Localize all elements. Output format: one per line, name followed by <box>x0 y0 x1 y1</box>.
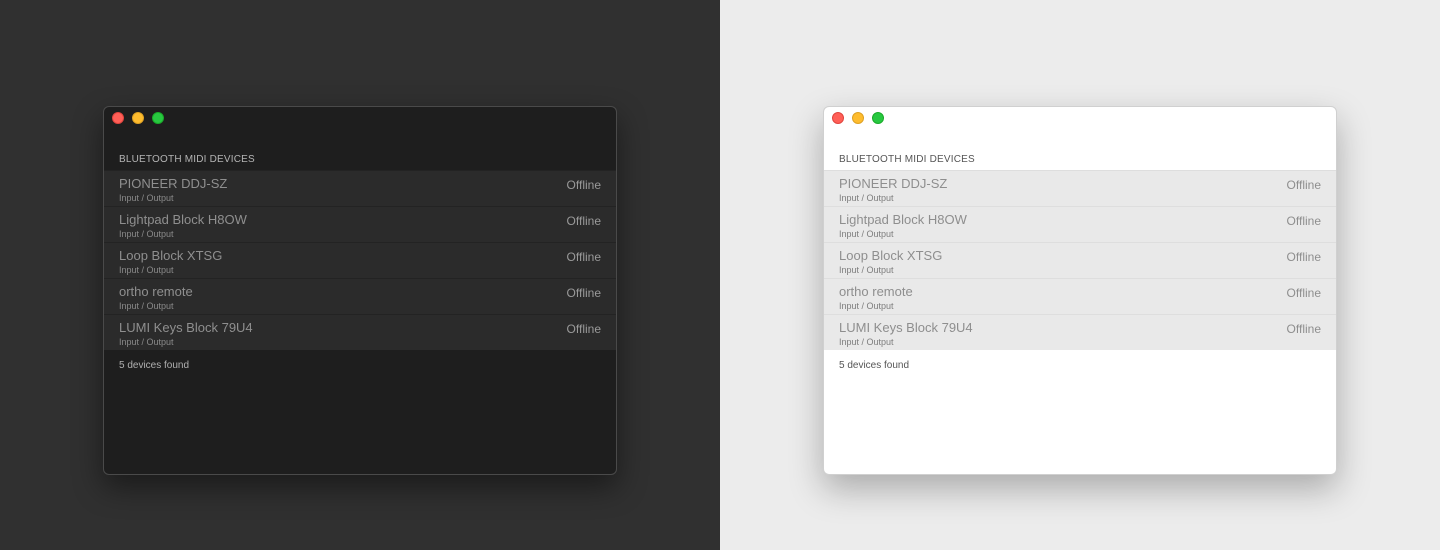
section-header: BLUETOOTH MIDI DEVICES <box>119 154 255 165</box>
device-status: Offline <box>566 250 601 264</box>
device-type: Input / Output <box>119 337 174 347</box>
light-mode-pane: BLUETOOTH MIDI DEVICES PIONEER DDJ-SZ In… <box>720 0 1440 550</box>
device-type: Input / Output <box>839 193 894 203</box>
device-name: LUMI Keys Block 79U4 <box>119 320 253 335</box>
device-row[interactable]: Loop Block XTSG Input / Output Offline <box>824 242 1336 278</box>
device-row[interactable]: LUMI Keys Block 79U4 Input / Output Offl… <box>104 314 616 350</box>
device-count: 5 devices found <box>839 360 910 371</box>
device-type: Input / Output <box>119 301 174 311</box>
device-name: ortho remote <box>839 284 913 299</box>
device-row[interactable]: Lightpad Block H8OW Input / Output Offli… <box>104 206 616 242</box>
maximize-button[interactable] <box>152 112 164 124</box>
device-status: Offline <box>566 286 601 300</box>
device-count: 5 devices found <box>119 360 190 371</box>
midi-devices-window-light: BLUETOOTH MIDI DEVICES PIONEER DDJ-SZ In… <box>823 106 1337 475</box>
device-status: Offline <box>1286 178 1321 192</box>
device-type: Input / Output <box>839 229 894 239</box>
window-controls <box>832 112 884 124</box>
device-type: Input / Output <box>839 337 894 347</box>
maximize-button[interactable] <box>872 112 884 124</box>
device-status: Offline <box>566 214 601 228</box>
device-row[interactable]: ortho remote Input / Output Offline <box>104 278 616 314</box>
device-name: Lightpad Block H8OW <box>119 212 247 227</box>
device-status: Offline <box>1286 250 1321 264</box>
device-type: Input / Output <box>119 229 174 239</box>
close-button[interactable] <box>112 112 124 124</box>
dark-mode-pane: BLUETOOTH MIDI DEVICES PIONEER DDJ-SZ In… <box>0 0 720 550</box>
device-name: PIONEER DDJ-SZ <box>119 176 228 191</box>
device-name: ortho remote <box>119 284 193 299</box>
device-type: Input / Output <box>119 265 174 275</box>
window-controls <box>112 112 164 124</box>
device-list: PIONEER DDJ-SZ Input / Output Offline Li… <box>824 170 1336 350</box>
minimize-button[interactable] <box>852 112 864 124</box>
device-name: Lightpad Block H8OW <box>839 212 967 227</box>
device-type: Input / Output <box>839 301 894 311</box>
device-status: Offline <box>1286 214 1321 228</box>
close-button[interactable] <box>832 112 844 124</box>
device-row[interactable]: Loop Block XTSG Input / Output Offline <box>104 242 616 278</box>
midi-devices-window-dark: BLUETOOTH MIDI DEVICES PIONEER DDJ-SZ In… <box>103 106 617 475</box>
device-row[interactable]: LUMI Keys Block 79U4 Input / Output Offl… <box>824 314 1336 350</box>
device-status: Offline <box>1286 286 1321 300</box>
device-status: Offline <box>566 322 601 336</box>
device-row[interactable]: ortho remote Input / Output Offline <box>824 278 1336 314</box>
minimize-button[interactable] <box>132 112 144 124</box>
device-status: Offline <box>1286 322 1321 336</box>
device-name: Loop Block XTSG <box>119 248 223 263</box>
device-row[interactable]: PIONEER DDJ-SZ Input / Output Offline <box>824 170 1336 206</box>
device-status: Offline <box>566 178 601 192</box>
device-row[interactable]: Lightpad Block H8OW Input / Output Offli… <box>824 206 1336 242</box>
device-type: Input / Output <box>119 193 174 203</box>
device-name: LUMI Keys Block 79U4 <box>839 320 973 335</box>
device-row[interactable]: PIONEER DDJ-SZ Input / Output Offline <box>104 170 616 206</box>
device-list: PIONEER DDJ-SZ Input / Output Offline Li… <box>104 170 616 350</box>
device-type: Input / Output <box>839 265 894 275</box>
device-name: Loop Block XTSG <box>839 248 943 263</box>
device-name: PIONEER DDJ-SZ <box>839 176 948 191</box>
section-header: BLUETOOTH MIDI DEVICES <box>839 154 975 165</box>
